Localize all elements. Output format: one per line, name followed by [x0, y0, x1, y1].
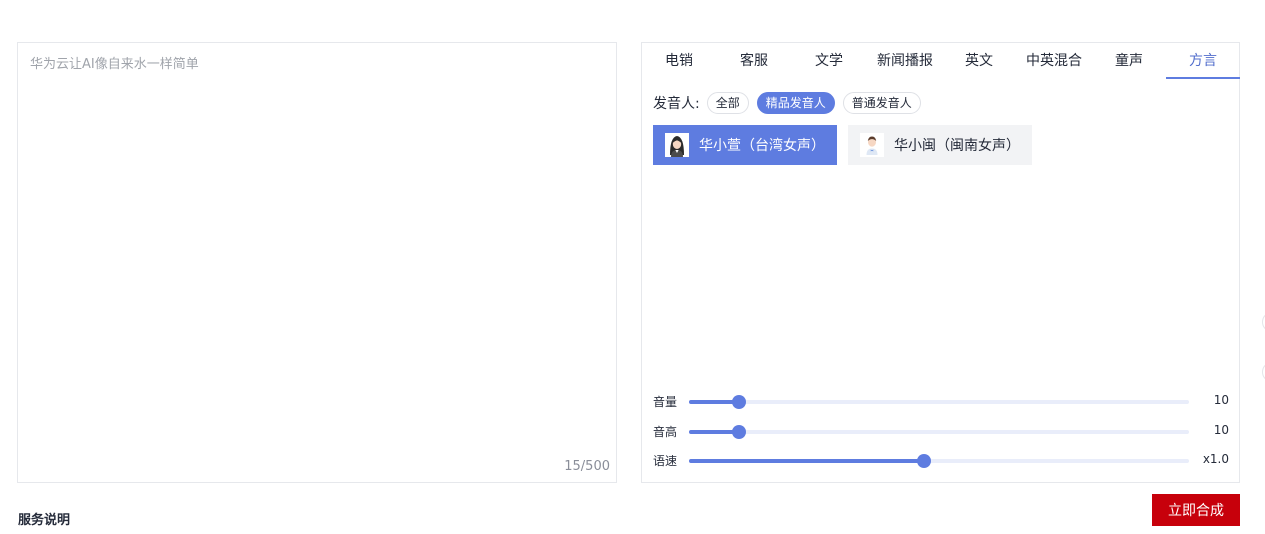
volume-slider: 音量 10 [653, 392, 1229, 412]
voice-card-huaxiaomin[interactable]: 华小闽（闽南女声） [848, 125, 1032, 165]
speed-fill [689, 459, 924, 463]
text-input[interactable] [18, 43, 616, 482]
text-input-panel: 15/500 [17, 42, 617, 483]
char-counter: 15/500 [564, 459, 610, 474]
voice-settings-panel: 电销 客服 文学 新闻播报 英文 中英混合 童声 方言 发音人: 全部 精品发音… [641, 42, 1240, 483]
volume-value: 10 [1213, 393, 1229, 407]
voice-category-tabs: 电销 客服 文学 新闻播报 英文 中英混合 童声 方言 [642, 43, 1240, 79]
tab-dialect[interactable]: 方言 [1166, 43, 1240, 79]
volume-label: 音量 [653, 395, 678, 409]
filter-standard-chip[interactable]: 普通发音人 [842, 92, 921, 114]
speed-label: 语速 [653, 454, 678, 468]
pitch-value: 10 [1213, 423, 1229, 437]
tab-literature[interactable]: 文学 [806, 43, 852, 79]
synthesize-button[interactable]: 立即合成 [1152, 494, 1240, 526]
filter-premium-chip[interactable]: 精品发音人 [756, 92, 835, 114]
filter-all-chip[interactable]: 全部 [706, 92, 749, 114]
voice-card-label: 华小萱（台湾女声） [699, 138, 825, 154]
service-description-title: 服务说明 [18, 513, 71, 528]
tab-news-broadcast[interactable]: 新闻播报 [871, 43, 939, 79]
speaker-filter-label: 发音人: [653, 96, 700, 112]
speed-track[interactable] [689, 454, 1189, 468]
pitch-track[interactable] [689, 425, 1189, 439]
pitch-label: 音高 [653, 425, 678, 439]
tab-child-voice[interactable]: 童声 [1106, 43, 1152, 79]
voice-card-huaxiaoxuan[interactable]: 华小萱（台湾女声） [653, 125, 837, 165]
volume-track[interactable] [689, 395, 1189, 409]
tab-chinese-english-mix[interactable]: 中英混合 [1019, 43, 1089, 79]
pitch-slider: 音高 10 [653, 422, 1229, 442]
speaker-filter: 发音人: 全部 精品发音人 普通发音人 [653, 91, 929, 115]
tab-telemarketing[interactable]: 电销 [656, 43, 702, 79]
speed-value: x1.0 [1202, 452, 1229, 466]
pitch-thumb[interactable] [732, 425, 746, 439]
avatar-icon [860, 133, 884, 157]
tab-english[interactable]: 英文 [956, 43, 1002, 79]
speed-thumb[interactable] [917, 454, 931, 468]
tab-customer-service[interactable]: 客服 [731, 43, 777, 79]
voice-card-label: 华小闽（闽南女声） [894, 138, 1020, 154]
speed-slider: 语速 x1.0 [653, 451, 1229, 471]
female-avatar-icon [665, 133, 689, 157]
volume-thumb[interactable] [732, 395, 746, 409]
